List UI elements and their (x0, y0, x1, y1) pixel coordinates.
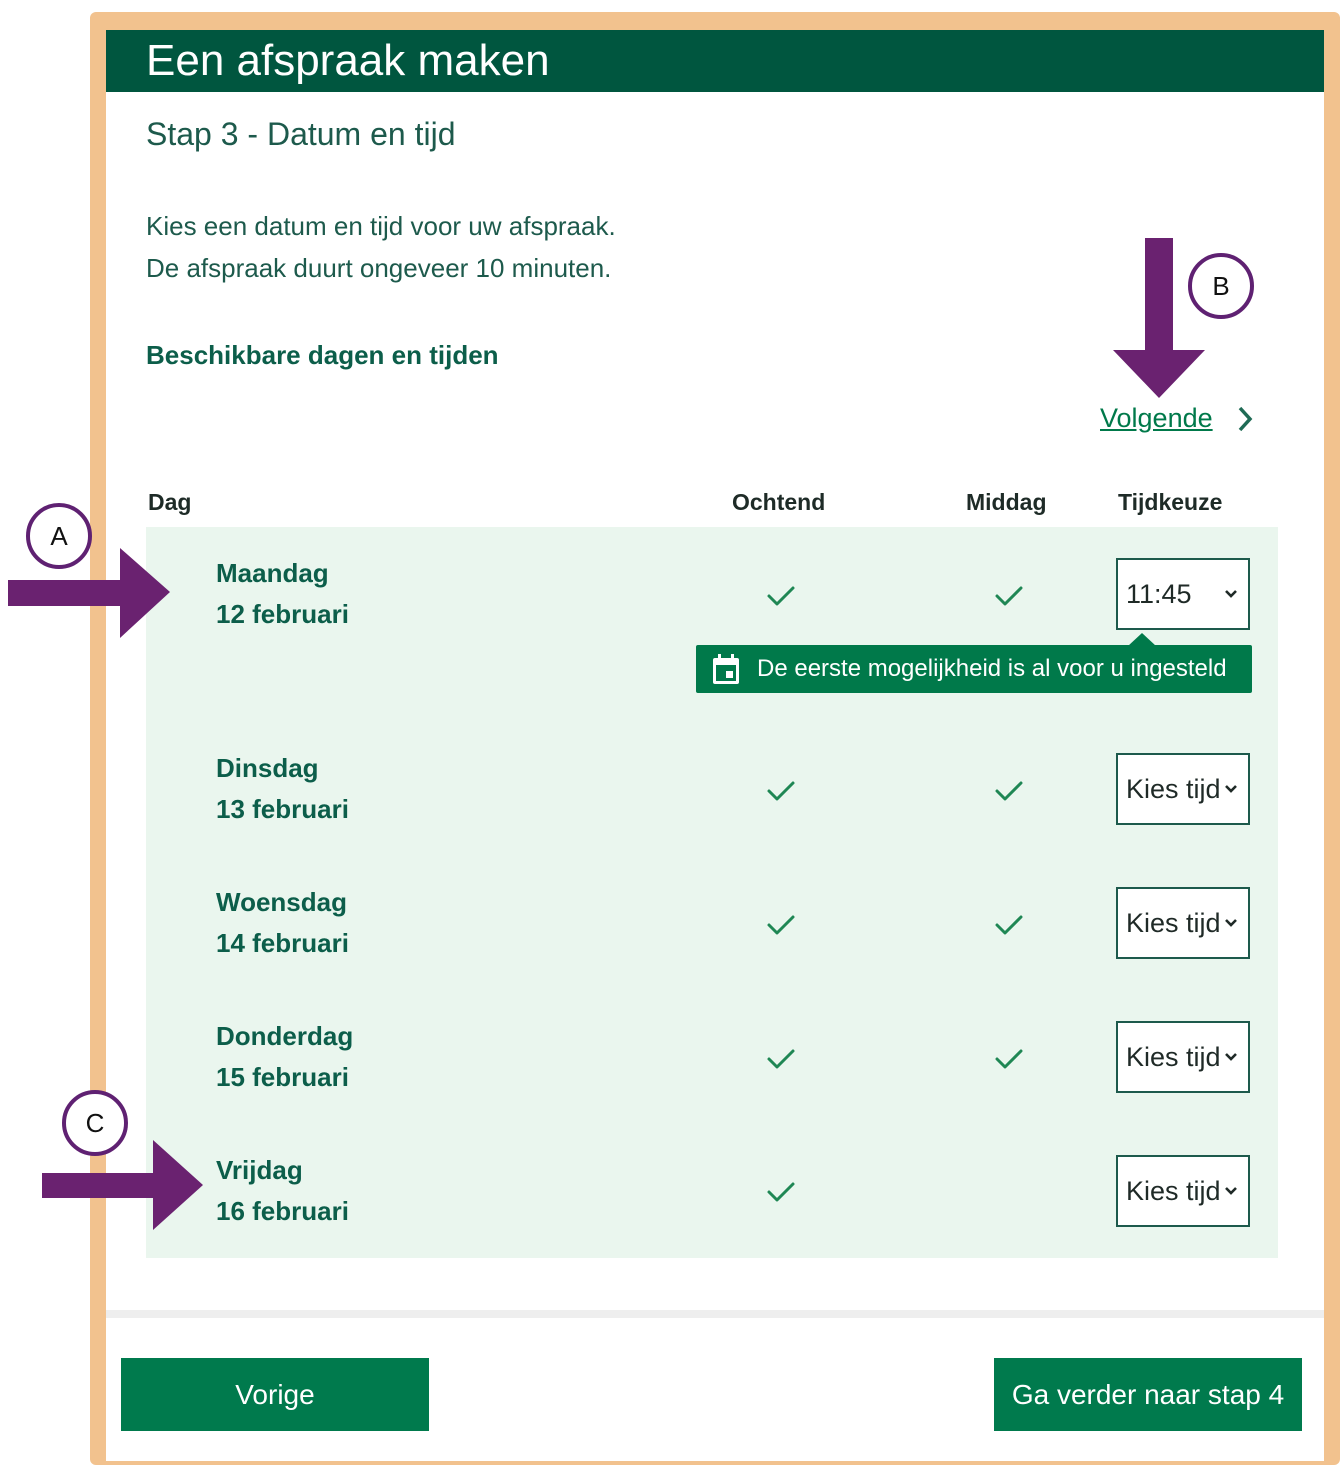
time-select-thursday[interactable]: Kies tijd (1116, 1021, 1250, 1093)
time-select-monday[interactable]: 11:45 (1116, 558, 1250, 630)
day-date: 14 februari (216, 928, 349, 958)
day-name: Vrijdag (216, 1155, 303, 1185)
continue-button[interactable]: Ga verder naar stap 4 (994, 1358, 1302, 1431)
previous-button[interactable]: Vorige (121, 1358, 429, 1431)
column-header-time: Tijdkeuze (1118, 489, 1223, 515)
column-header-morning: Ochtend (732, 489, 826, 515)
chevron-down-icon (1225, 919, 1237, 927)
table-row-thursday: Donderdag 15 februari (216, 1016, 353, 1098)
calendar-icon (713, 654, 739, 684)
table-row-friday: Vrijdag 16 februari (216, 1150, 349, 1232)
morning-available-check-icon (767, 1049, 795, 1069)
morning-available-check-icon (767, 586, 795, 606)
time-select-value: Kies tijd (1126, 907, 1221, 938)
day-date: 12 februari (216, 599, 349, 629)
time-select-value: 11:45 (1126, 578, 1192, 609)
time-select-tuesday[interactable]: Kies tijd (1116, 753, 1250, 825)
annotation-badge-b: B (1188, 253, 1254, 319)
footer-divider (106, 1310, 1324, 1318)
afternoon-available-check-icon (995, 586, 1023, 606)
table-row-tuesday: Dinsdag 13 februari (216, 748, 349, 830)
chevron-down-icon (1225, 1053, 1237, 1061)
morning-available-check-icon (767, 781, 795, 801)
annotation-badge-c: C (62, 1090, 128, 1156)
day-date: 15 februari (216, 1062, 349, 1092)
morning-available-check-icon (767, 1182, 795, 1202)
column-header-afternoon: Middag (966, 489, 1047, 515)
afternoon-available-check-icon (995, 915, 1023, 935)
time-select-value: Kies tijd (1126, 1175, 1221, 1206)
morning-available-check-icon (767, 915, 795, 935)
chevron-down-icon (1225, 1187, 1237, 1195)
day-date: 16 februari (216, 1196, 349, 1226)
afternoon-available-check-icon (995, 781, 1023, 801)
page-title: Een afspraak maken (146, 36, 550, 85)
chevron-down-icon (1225, 785, 1237, 793)
intro-line-1: Kies een datum en tijd voor uw afspraak. (146, 211, 616, 241)
time-select-value: Kies tijd (1126, 1041, 1221, 1072)
step-title: Stap 3 - Datum en tijd (146, 116, 456, 152)
tooltip-text: De eerste mogelijkheid is al voor u inge… (757, 655, 1227, 682)
chevron-right-icon (1238, 406, 1252, 431)
next-link-label: Volgende (1100, 403, 1213, 433)
day-name: Dinsdag (216, 753, 319, 783)
afternoon-available-check-icon (995, 1049, 1023, 1069)
day-date: 13 februari (216, 794, 349, 824)
section-title: Beschikbare dagen en tijden (146, 340, 499, 370)
day-name: Woensdag (216, 887, 347, 917)
page-header: Een afspraak maken (106, 30, 1324, 92)
table-row-monday: Maandag 12 februari (216, 553, 349, 635)
first-option-tooltip: De eerste mogelijkheid is al voor u inge… (696, 645, 1252, 693)
time-select-wednesday[interactable]: Kies tijd (1116, 887, 1250, 959)
day-name: Donderdag (216, 1021, 354, 1051)
table-row-wednesday: Woensdag 14 februari (216, 882, 349, 964)
time-select-friday[interactable]: Kies tijd (1116, 1155, 1250, 1227)
chevron-down-icon (1225, 590, 1237, 598)
column-header-day: Dag (148, 489, 192, 515)
next-week-link[interactable]: Volgende (1100, 403, 1255, 434)
intro-line-2: De afspraak duurt ongeveer 10 minuten. (146, 253, 612, 283)
day-name: Maandag (216, 558, 329, 588)
time-select-value: Kies tijd (1126, 773, 1221, 804)
annotation-badge-a: A (26, 503, 92, 569)
